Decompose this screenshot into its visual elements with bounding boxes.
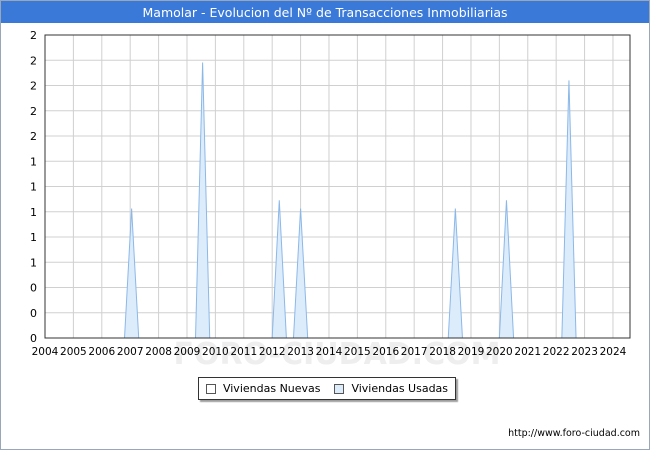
x-tick-label: 2019	[458, 346, 485, 358]
x-tick-label: 2017	[401, 346, 428, 358]
legend-item-usadas: Viviendas Usadas	[334, 382, 448, 395]
x-tick-label: 2020	[486, 346, 513, 358]
y-tick-label: 0	[30, 282, 37, 295]
x-tick-label: 2006	[88, 346, 115, 358]
source-link[interactable]: http://www.foro-ciudad.com	[508, 428, 640, 439]
legend-label-nuevas: Viviendas Nuevas	[222, 382, 321, 395]
x-tick-label: 2022	[543, 346, 570, 358]
y-tick-label: 2	[30, 80, 37, 93]
y-tick-label: 1	[30, 256, 37, 269]
legend-label-usadas: Viviendas Usadas	[351, 382, 449, 395]
x-tick-label: 2018	[429, 346, 456, 358]
legend-item-nuevas: Viviendas Nuevas	[205, 382, 321, 395]
series-areas	[45, 62, 630, 339]
y-tick-label: 0	[30, 307, 37, 320]
x-tick-label: 2021	[514, 346, 541, 358]
x-tick-label: 2014	[316, 346, 343, 358]
y-tick-labels: 0 0 0 1 1 1 1 1 2 2 2 2 2	[30, 29, 37, 345]
y-tick-label: 2	[30, 54, 37, 67]
x-tick-label: 2009	[174, 346, 201, 358]
x-tick-label: 2013	[287, 346, 314, 358]
y-tick-label: 0	[30, 332, 37, 345]
x-tick-label: 2007	[117, 346, 144, 358]
x-tick-label: 2004	[32, 346, 59, 358]
x-tick-label: 2005	[60, 346, 87, 358]
x-tick-label: 2008	[145, 346, 172, 358]
x-tick-labels: 2004 2005 2006 2007 2008 2009 2010 2011 2012 2013…	[32, 346, 627, 358]
y-tick-label: 1	[30, 181, 37, 194]
x-tick-label: 2023	[571, 346, 598, 358]
series-area-usadas	[45, 62, 630, 339]
legend-swatch-nuevas	[205, 383, 216, 394]
y-tick-label: 2	[30, 29, 37, 42]
x-tick-label: 2010	[202, 346, 229, 358]
x-tick-label: 2015	[344, 346, 371, 358]
x-tick-label: 2016	[372, 346, 399, 358]
x-tick-label: 2011	[230, 346, 257, 358]
y-tick-label: 1	[30, 206, 37, 219]
x-tick-label: 2012	[259, 346, 286, 358]
y-tick-label: 2	[30, 105, 37, 118]
legend-swatch-usadas	[334, 383, 345, 394]
legend: Viviendas Nuevas Viviendas Usadas	[198, 377, 456, 400]
y-tick-label: 1	[30, 155, 37, 168]
y-tick-label: 2	[30, 130, 37, 143]
y-tick-label: 1	[30, 231, 37, 244]
x-tick-label: 2024	[600, 346, 627, 358]
